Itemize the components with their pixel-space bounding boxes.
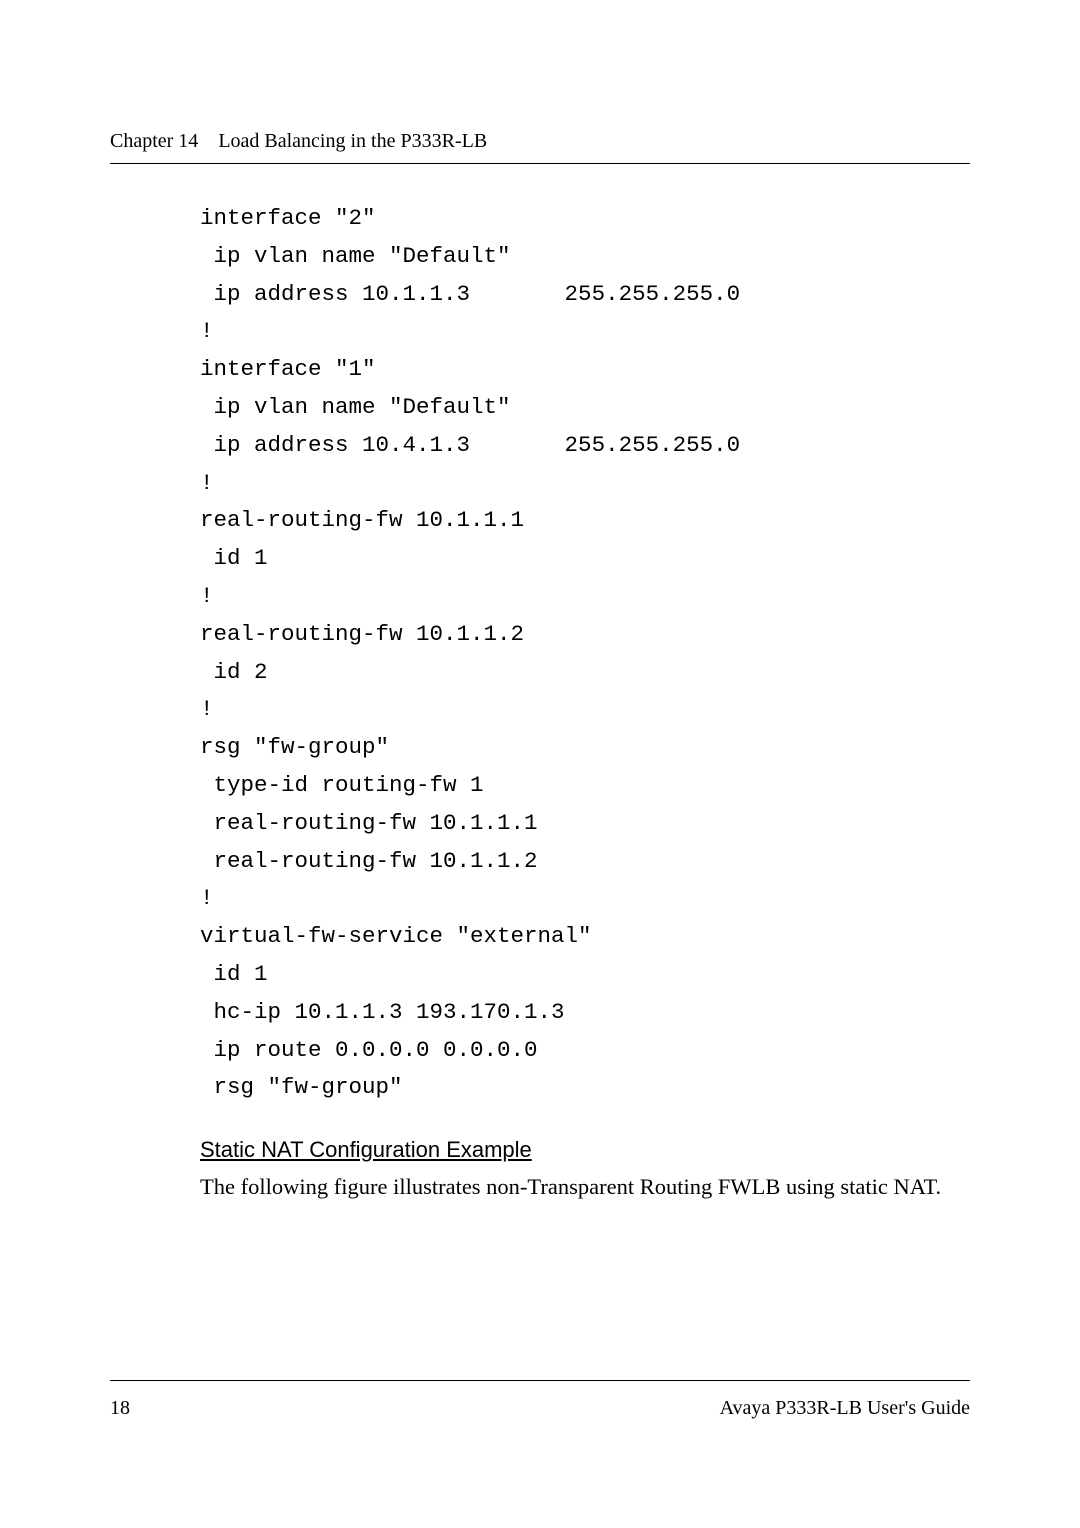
chapter-title: Load Balancing in the P333R-LB [218, 130, 487, 152]
page: Chapter 14 Load Balancing in the P333R-L… [0, 0, 1080, 1528]
footer-row: 18 Avaya P333R-LB User's Guide [110, 1397, 970, 1420]
footer-rule [110, 1380, 970, 1381]
page-number: 18 [110, 1397, 130, 1420]
section-body: The following figure illustrates non-Tra… [200, 1171, 970, 1203]
chapter-number: Chapter 14 [110, 130, 198, 152]
section-heading: Static NAT Configuration Example [200, 1137, 970, 1163]
running-header: Chapter 14 Load Balancing in the P333R-L… [110, 130, 970, 153]
doc-title: Avaya P333R-LB User's Guide [720, 1397, 970, 1420]
code-listing: interface "2" ip vlan name "Default" ip … [200, 200, 970, 1107]
header-rule [110, 163, 970, 164]
page-footer: 18 Avaya P333R-LB User's Guide [110, 1380, 970, 1420]
